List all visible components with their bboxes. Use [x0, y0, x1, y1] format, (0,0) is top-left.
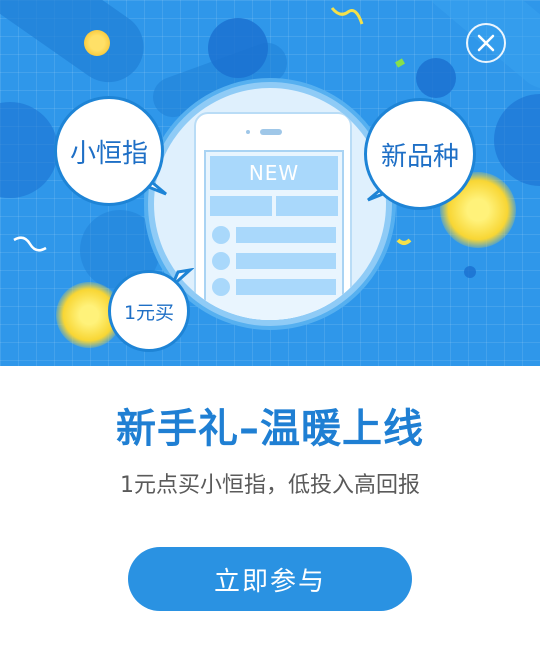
speech-bubble-hsi: 小恒指 [54, 96, 164, 206]
join-now-label: 立即参与 [213, 566, 326, 597]
phone-list-avatar [212, 252, 230, 270]
bubble-label: 1元买 [123, 301, 175, 324]
bubble-label: 新品种 [380, 141, 459, 172]
promo-headline: 新手礼–温暖上线 [116, 406, 424, 452]
speech-bubble-one-yuan: 1元买 [108, 270, 190, 352]
speech-bubble-new-product: 新品种 [364, 98, 476, 210]
close-icon [477, 34, 495, 52]
join-now-button[interactable]: 立即参与 [128, 547, 412, 611]
phone-screen: NEW [204, 150, 344, 320]
phone-body: NEW [194, 112, 352, 320]
gold-coin-icon [84, 30, 110, 56]
promo-banner: NEW 小恒指 新品种 1元买 [0, 0, 540, 366]
phone-screen-tab [276, 196, 338, 216]
promo-subtitle: 1元点买小恒指，低投入高回报 [120, 473, 420, 498]
bubble-label: 小恒指 [69, 138, 148, 169]
phone-list-row [236, 279, 336, 295]
phone-speaker [260, 129, 282, 135]
phone-list-row [236, 227, 336, 243]
phone-screen-tab [210, 196, 272, 216]
phone-list-avatar [212, 226, 230, 244]
phone-camera [246, 130, 250, 134]
promo-modal: NEW 小恒指 新品种 1元买 新手礼–温暖上线 1元点买小恒指，低投入高回报 … [0, 0, 540, 662]
phone-new-label: NEW [210, 156, 338, 190]
close-button[interactable] [466, 23, 506, 63]
phone-list-row [236, 253, 336, 269]
phone-list-avatar [212, 278, 230, 296]
